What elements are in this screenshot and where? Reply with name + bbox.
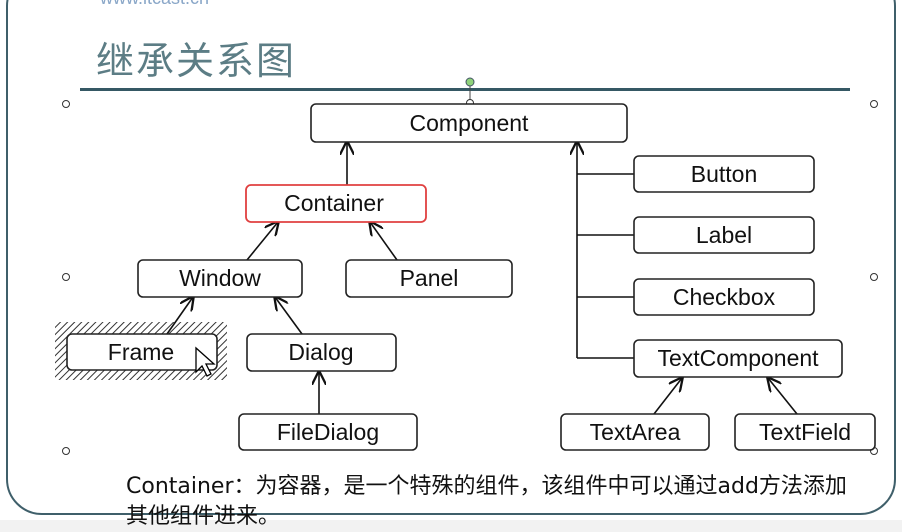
edge-panel-container bbox=[370, 222, 398, 261]
node-label: Panel bbox=[400, 265, 459, 291]
node-filedialog[interactable]: FileDialog bbox=[238, 413, 418, 451]
node-container[interactable]: Container bbox=[245, 184, 427, 223]
node-button[interactable]: Button bbox=[633, 155, 815, 193]
node-label: Frame bbox=[108, 339, 174, 365]
edge-dialog-window bbox=[275, 297, 303, 335]
resize-handle-top-left[interactable] bbox=[62, 100, 70, 108]
rotate-handle[interactable] bbox=[465, 77, 475, 87]
node-label: Checkbox bbox=[673, 284, 776, 310]
inheritance-diagram: Component Container Window Panel Frame D… bbox=[55, 77, 878, 455]
node-label: TextField bbox=[759, 419, 851, 445]
node-label: Button bbox=[691, 161, 758, 187]
node-textarea[interactable]: TextArea bbox=[560, 413, 710, 451]
node-label: Window bbox=[179, 265, 261, 291]
resize-handle-bottom-left[interactable] bbox=[62, 447, 70, 455]
node-label: TextArea bbox=[590, 419, 681, 445]
caption-text: Container：为容器，是一个特殊的组件，该组件中可以通过add方法添加其他… bbox=[126, 474, 847, 529]
node-label: TextComponent bbox=[657, 345, 819, 371]
node-panel[interactable]: Panel bbox=[345, 259, 513, 298]
node-label: Container bbox=[284, 190, 384, 216]
node-textfield[interactable]: TextField bbox=[734, 413, 876, 451]
node-window[interactable]: Window bbox=[137, 259, 303, 298]
resize-handle-left[interactable] bbox=[62, 273, 70, 281]
node-frame[interactable]: Frame bbox=[66, 333, 218, 371]
node-checkbox[interactable]: Checkbox bbox=[633, 278, 815, 316]
edge-window-container bbox=[246, 222, 278, 261]
node-label-text: Label bbox=[696, 222, 752, 248]
node-label: Component bbox=[410, 110, 530, 136]
node-textcomponent[interactable]: TextComponent bbox=[633, 339, 843, 378]
edge-textfield-textcomponent bbox=[768, 378, 798, 415]
node-label: FileDialog bbox=[277, 419, 379, 445]
slide: www.itcast.cn 继承关系图 bbox=[0, 0, 902, 529]
node-dialog[interactable]: Dialog bbox=[246, 333, 397, 372]
resize-handle-right[interactable] bbox=[870, 273, 878, 281]
resize-handle-top-right[interactable] bbox=[870, 100, 878, 108]
node-label: Dialog bbox=[288, 339, 353, 365]
edge-textarea-textcomponent bbox=[653, 378, 682, 415]
node-component[interactable]: Component bbox=[310, 103, 628, 143]
node-label[interactable]: Label bbox=[633, 216, 815, 254]
